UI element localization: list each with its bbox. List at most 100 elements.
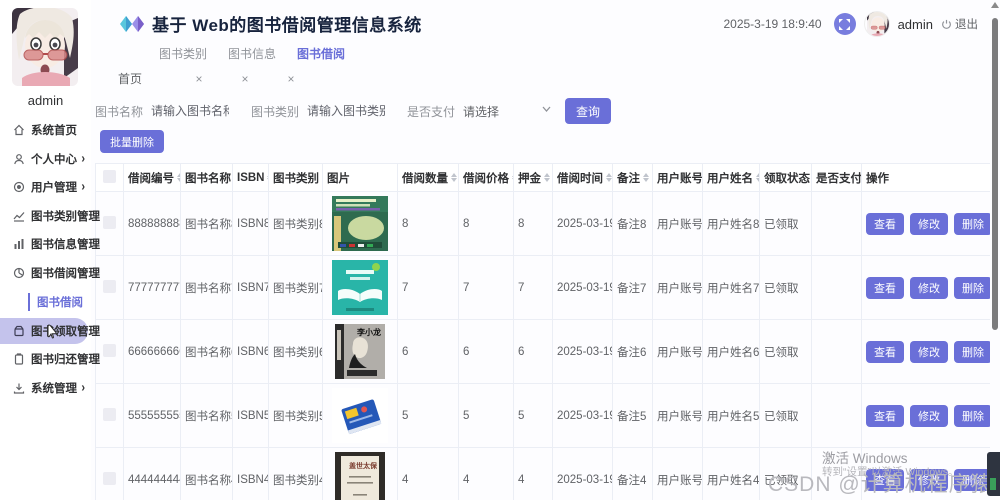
sidebar-item-system[interactable]: 系统管理 › bbox=[0, 374, 91, 403]
column-header[interactable]: 用户姓名 bbox=[707, 170, 753, 186]
cell-qty: 4 bbox=[397, 447, 459, 500]
row-checkbox[interactable] bbox=[103, 343, 116, 357]
tab-book-category[interactable]: 图书类别 bbox=[159, 45, 207, 62]
sort-icon[interactable] bbox=[451, 173, 457, 182]
batch-delete-button[interactable]: 批量删除 bbox=[100, 130, 164, 153]
sidebar-item-profile[interactable]: 个人中心 › bbox=[0, 145, 91, 174]
column-header[interactable]: ISBN bbox=[237, 172, 264, 184]
view-button[interactable]: 查看 bbox=[866, 276, 904, 299]
sidebar-item-label: 系统首页 bbox=[31, 125, 77, 138]
book-name-input[interactable] bbox=[151, 98, 230, 124]
sidebar-item-book-borrow-mgmt[interactable]: 图书借阅管理 › bbox=[0, 259, 100, 288]
sidebar-item-label: 图书借阅管理 bbox=[31, 267, 100, 280]
table-row: 6666666666 图书名称6 ISBN6 图书类别6 李小龙 bbox=[95, 319, 990, 384]
logout-button[interactable]: 退出 bbox=[941, 16, 978, 32]
sidebar-username: admin bbox=[27, 93, 64, 108]
column-header[interactable]: 图书类别 bbox=[273, 170, 319, 186]
edit-button[interactable]: 修改 bbox=[910, 212, 948, 235]
sidebar-item-home[interactable]: 系统首页 bbox=[0, 116, 91, 145]
edit-button[interactable]: 修改 bbox=[910, 276, 948, 299]
sidebar-item-book-claim[interactable]: 图书领取管理 › bbox=[0, 318, 100, 344]
cell-date: 2025-03-19 bbox=[552, 447, 613, 500]
select-all-checkbox[interactable] bbox=[103, 169, 116, 183]
page-title: 基于 Web的图书借阅管理信息系统 bbox=[152, 16, 422, 35]
sidebar-item-book-category[interactable]: 图书类别管理 › bbox=[0, 202, 100, 231]
scroll-up-icon[interactable] bbox=[991, 2, 999, 8]
table-row: 8888888888 图书名称8 ISBN8 图书类别8 bbox=[95, 191, 990, 256]
fullscreen-button[interactable] bbox=[833, 13, 856, 35]
topbar-avatar[interactable] bbox=[863, 11, 890, 37]
row-checkbox[interactable] bbox=[103, 471, 116, 485]
chevron-right-icon: › bbox=[81, 380, 85, 395]
sidebar-item-book-return[interactable]: 图书归还管理 › bbox=[0, 345, 100, 374]
pie-chart-icon bbox=[13, 267, 25, 278]
sort-icon[interactable] bbox=[643, 173, 649, 182]
cell-user: 用户姓名4 bbox=[702, 447, 760, 500]
row-checkbox[interactable] bbox=[103, 279, 116, 293]
search-button[interactable]: 查询 bbox=[565, 98, 612, 124]
tab-book-info[interactable]: 图书信息 bbox=[228, 45, 276, 62]
view-button[interactable]: 查看 bbox=[866, 468, 904, 491]
row-checkbox[interactable] bbox=[103, 215, 116, 229]
cell-category: 图书类别8 bbox=[268, 191, 323, 256]
topbar: 基于 Web的图书借阅管理信息系统 2025-3-19 18:9:40 admi… bbox=[91, 0, 1000, 42]
row-checkbox[interactable] bbox=[103, 407, 116, 421]
cell-book-name: 图书名称8 bbox=[180, 191, 233, 256]
delete-button[interactable]: 删除 bbox=[954, 212, 990, 235]
column-header[interactable]: 备注 bbox=[617, 170, 640, 186]
column-header[interactable]: 用户账号 bbox=[657, 170, 702, 186]
tab-book-borrow[interactable]: 图书借阅 bbox=[297, 45, 345, 62]
edit-button[interactable]: 修改 bbox=[910, 468, 948, 491]
column-header[interactable]: 借阅时间 bbox=[557, 170, 603, 186]
delete-button[interactable]: 删除 bbox=[954, 468, 990, 491]
page-scrollbar[interactable] bbox=[990, 0, 1000, 500]
column-header[interactable]: 借阅价格 bbox=[463, 170, 509, 186]
chevron-right-icon: › bbox=[81, 237, 85, 252]
view-button[interactable]: 查看 bbox=[866, 212, 904, 235]
topbar-right: 2025-3-19 18:9:40 admin 退出 bbox=[723, 11, 978, 37]
sidebar-subitem-book-borrow[interactable]: 图书借阅 bbox=[0, 287, 91, 317]
cell-isbn: ISBN5 bbox=[232, 383, 269, 448]
clipboard-icon bbox=[14, 353, 24, 365]
view-button[interactable]: 查看 bbox=[866, 404, 904, 427]
tag-close-icon[interactable]: × bbox=[222, 72, 268, 86]
sort-icon[interactable] bbox=[606, 173, 612, 182]
tag-close-icon[interactable]: × bbox=[176, 72, 222, 86]
cell-note: 备注7 bbox=[612, 255, 653, 320]
brand: 基于 Web的图书借阅管理信息系统 bbox=[119, 11, 422, 36]
sidebar-item-label: 图书归还管理 bbox=[31, 354, 100, 367]
cell-user: 用户姓名5 bbox=[702, 383, 760, 448]
column-header[interactable]: 押金 bbox=[518, 170, 541, 186]
cell-status: 已领取 bbox=[759, 319, 812, 384]
view-button[interactable]: 查看 bbox=[866, 340, 904, 363]
edit-button[interactable]: 修改 bbox=[910, 340, 948, 363]
book-cover-image: 盖世太保 bbox=[335, 452, 385, 500]
table-row: 7777777777 图书名称7 ISBN7 图书类别7 bbox=[95, 255, 990, 320]
scrollbar-thumb[interactable] bbox=[992, 18, 998, 330]
edit-button[interactable]: 修改 bbox=[910, 404, 948, 427]
tag-home[interactable]: 首页 bbox=[118, 70, 142, 87]
cell-user: 用户姓名7 bbox=[702, 255, 760, 320]
cell-price: 5 bbox=[458, 383, 514, 448]
column-header[interactable]: 是否支付 bbox=[816, 170, 861, 186]
paid-select[interactable]: 请选择 bbox=[463, 98, 551, 124]
sort-icon[interactable] bbox=[756, 173, 759, 182]
column-header[interactable]: 图书名称 bbox=[185, 170, 231, 186]
delete-button[interactable]: 删除 bbox=[954, 404, 990, 427]
sidebar-item-book-info[interactable]: 图书信息管理 › bbox=[0, 230, 100, 259]
cell-category: 图书类别7 bbox=[268, 255, 323, 320]
logout-label: 退出 bbox=[955, 19, 978, 31]
sort-icon[interactable] bbox=[177, 173, 180, 182]
delete-button[interactable]: 删除 bbox=[954, 276, 990, 299]
sidebar-item-users[interactable]: 用户管理 › bbox=[0, 173, 91, 202]
column-header[interactable]: 领取状态 bbox=[764, 170, 810, 186]
tag-close-icon[interactable]: × bbox=[268, 72, 314, 86]
book-cover-image bbox=[332, 196, 388, 251]
table-row: 4444444444 图书名称4 ISBN4 图书类别4 盖世太保 bbox=[95, 447, 990, 500]
column-header[interactable]: 借阅数量 bbox=[402, 170, 448, 186]
book-category-input[interactable] bbox=[307, 98, 386, 124]
delete-button[interactable]: 删除 bbox=[954, 340, 990, 363]
cell-paid bbox=[811, 447, 862, 500]
sort-icon[interactable] bbox=[544, 173, 550, 182]
column-header[interactable]: 借阅编号 bbox=[128, 170, 174, 186]
